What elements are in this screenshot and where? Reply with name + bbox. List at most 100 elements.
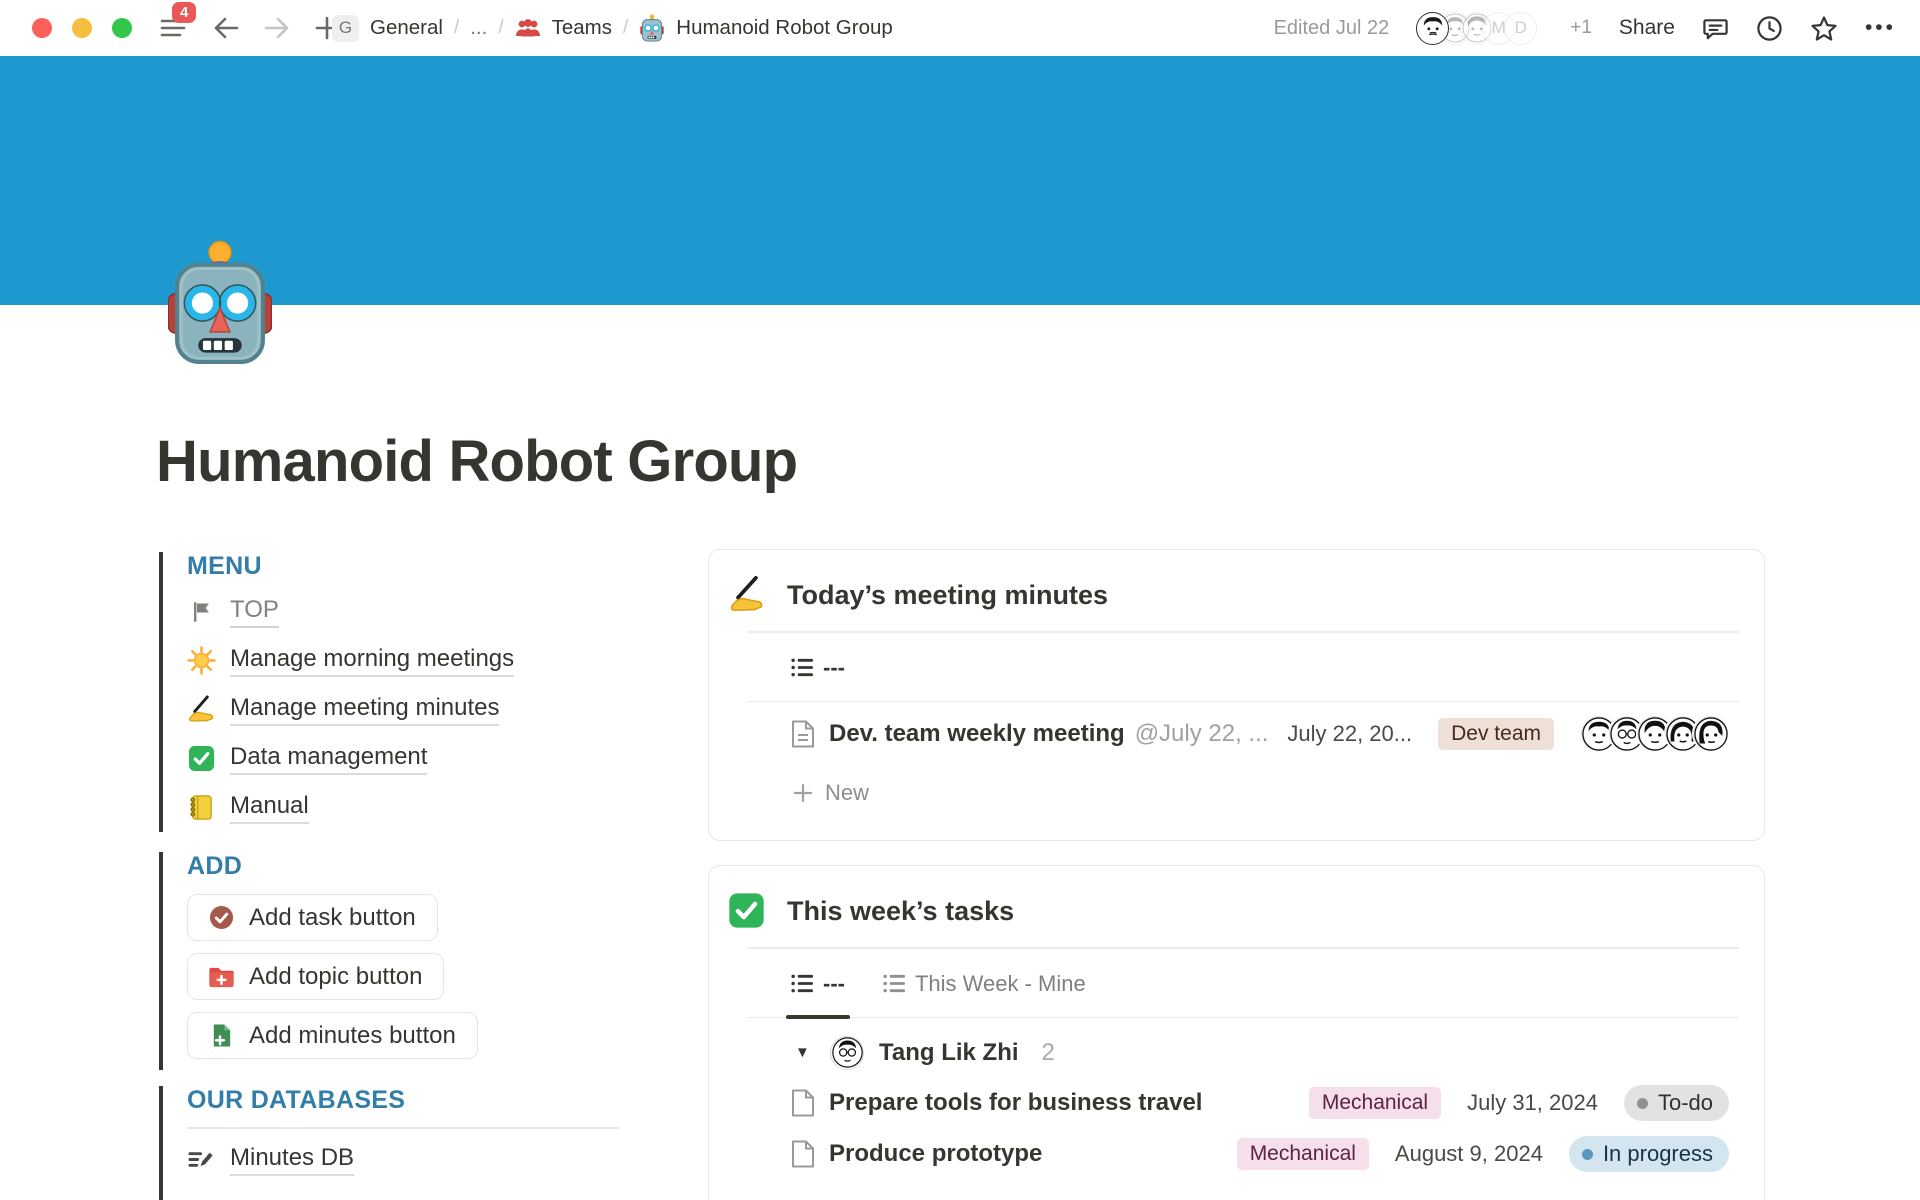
more-options-icon[interactable]: ••• [1865,16,1896,40]
forward-icon[interactable] [264,17,290,39]
history-clock-icon[interactable] [1756,15,1783,42]
divider [187,1127,619,1129]
add-minutes-button[interactable]: Add minutes button [187,1012,478,1059]
writing-hand-icon [728,576,766,614]
ledger-icon [187,793,216,822]
weekly-tasks-card: This week’s tasks --- This Week - Mine ▼… [708,865,1765,1200]
menu-link-meeting-minutes[interactable]: Manage meeting minutes [187,685,634,734]
comments-icon[interactable] [1702,15,1729,42]
status-badge: To-do [1624,1085,1729,1121]
view-tab-default[interactable]: --- [791,655,845,701]
nav-controls: 4 [160,0,339,56]
menu-link-minutes-db[interactable]: Minutes DB [187,1139,634,1181]
tasks-card-header: This week’s tasks [709,866,1764,930]
menu-heading: MENU [187,552,634,581]
meeting-date: July 22, 20... [1287,721,1412,747]
task-check-icon [209,905,234,930]
minutes-view-tabs: --- [747,633,1739,702]
plus-icon [793,783,813,803]
robot-emoji-icon [639,14,665,42]
task-title[interactable]: Prepare tools for business travel [829,1089,1202,1117]
task-due-date: July 31, 2024 [1467,1090,1598,1116]
avatar [1416,12,1449,45]
meeting-row[interactable]: Dev. team weekly meeting @July 22, ... J… [709,702,1764,766]
add-button-list: Add task button Add topic button Add min… [187,894,634,1059]
notion-window: 4 G General / ... / [0,0,1920,1200]
page-icon-robot[interactable] [168,240,272,364]
edited-timestamp[interactable]: Edited Jul 22 [1274,17,1390,40]
teams-icon [515,17,541,39]
window-titlebar: 4 G General / ... / [0,0,1920,56]
category-tag: Mechanical [1309,1087,1441,1119]
breadcrumb-separator: / [454,17,459,39]
add-topic-button[interactable]: Add topic button [187,953,444,1000]
breadcrumb-teams[interactable]: Teams [552,16,612,40]
meeting-title[interactable]: Dev. team weekly meeting [829,720,1125,748]
menu-section: MENU TOP Manage morning meetings Manage … [159,552,634,832]
add-task-button[interactable]: Add task button [187,894,438,941]
assignee-avatar [830,1036,864,1070]
view-tab-default[interactable]: --- [791,971,845,1017]
group-count: 2 [1042,1039,1055,1067]
task-due-date: August 9, 2024 [1395,1141,1543,1167]
check-mark-icon [728,892,766,930]
sun-icon [187,646,216,675]
traffic-lights [32,18,132,38]
minutes-card-header: Today’s meeting minutes [709,550,1764,614]
more-members-count[interactable]: +1 [1570,17,1592,39]
list-pencil-icon [187,1145,216,1174]
status-badge: In progress [1569,1136,1729,1172]
document-icon [791,720,815,748]
breadcrumb-ellipsis[interactable]: ... [470,16,487,40]
meeting-date-mention: @July 22, ... [1135,720,1269,748]
add-task-label: Add task button [249,904,416,932]
view-tab-this-week-mine[interactable]: This Week - Mine [883,971,1086,1017]
databases-section: OUR DATABASES Minutes DB [159,1086,634,1200]
sidebar-toggle-icon[interactable]: 4 [160,16,188,40]
zoom-window-button[interactable] [112,18,132,38]
menu-link-morning-meetings[interactable]: Manage morning meetings [187,636,634,685]
databases-heading: OUR DATABASES [187,1086,634,1115]
breadcrumb-page[interactable]: Humanoid Robot Group [676,16,893,40]
task-title[interactable]: Produce prototype [829,1140,1042,1168]
share-button[interactable]: Share [1619,16,1675,40]
update-count-badge: 4 [172,2,196,23]
breadcrumb-general[interactable]: General [370,16,443,40]
menu-link-top[interactable]: TOP [187,587,634,636]
document-icon [791,1089,815,1117]
titlebar-actions: Edited Jul 22 [1274,0,1896,56]
add-section: ADD Add task button Add topic button Add… [159,852,634,1070]
meeting-minutes-card: Today’s meeting minutes --- Dev. team we… [708,549,1765,841]
assignee-name[interactable]: Tang Lik Zhi [879,1039,1019,1067]
task-row[interactable]: Prepare tools for business travel Mechan… [709,1078,1764,1129]
tasks-view-tabs: --- This Week - Mine [747,949,1739,1018]
writing-hand-icon [187,695,216,724]
task-row[interactable]: Produce prototype Mechanical August 9, 2… [709,1129,1764,1180]
menu-list: TOP Manage morning meetings Manage meeti… [187,587,634,832]
check-mark-icon [187,744,216,773]
add-topic-label: Add topic button [249,963,422,991]
page-cover[interactable] [0,56,1920,305]
menu-link-data-management[interactable]: Data management [187,734,634,783]
new-meeting-button[interactable]: New [709,766,1764,806]
minimize-window-button[interactable] [72,18,92,38]
breadcrumb: G General / ... / Teams / [332,0,893,56]
collapse-caret-icon[interactable]: ▼ [795,1044,815,1061]
flag-icon [187,597,216,626]
back-icon[interactable] [213,17,239,39]
status-label: In progress [1603,1141,1713,1167]
avatar [1692,715,1729,752]
folder-plus-icon [209,964,234,989]
avatar-letter-d: D [1504,12,1537,45]
document-icon [791,1140,815,1168]
close-window-button[interactable] [32,18,52,38]
teamspace-badge[interactable]: G [332,15,359,42]
tasks-card-title: This week’s tasks [787,896,1014,927]
favorite-star-icon[interactable] [1810,15,1838,42]
team-tag: Dev team [1438,718,1554,750]
member-avatars[interactable]: M D [1416,12,1537,45]
status-dot [1582,1149,1593,1160]
menu-link-manual[interactable]: Manual [187,783,634,832]
assignee-group-row: ▼ Tang Lik Zhi 2 [709,1018,1764,1078]
status-dot [1637,1098,1648,1109]
